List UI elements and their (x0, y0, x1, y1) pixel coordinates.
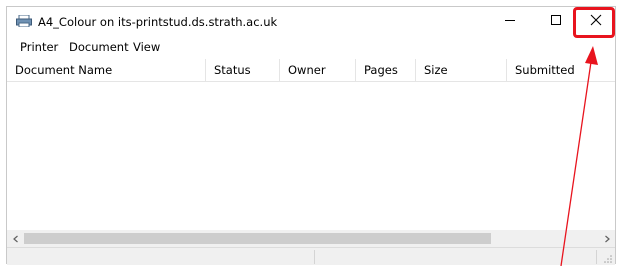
annotation-arrow (560, 46, 598, 266)
